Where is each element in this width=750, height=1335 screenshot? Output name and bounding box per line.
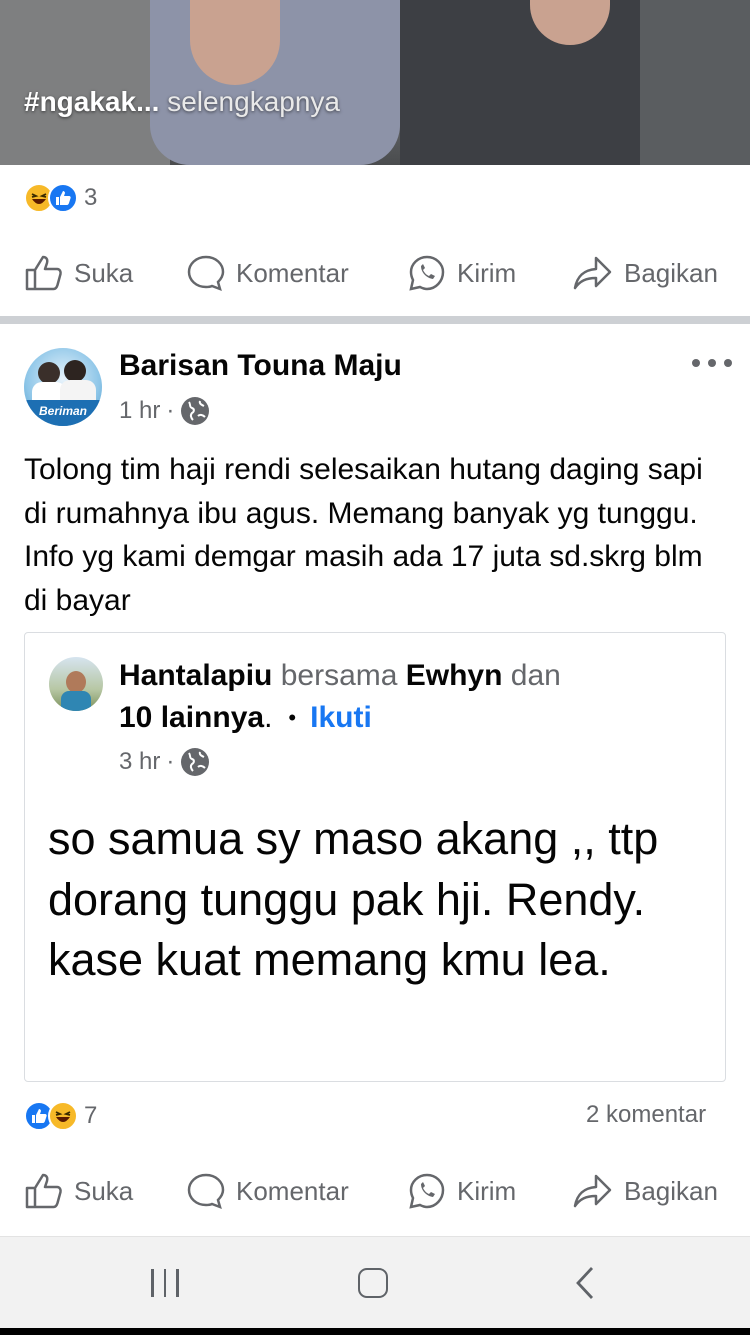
like-reaction-icon [48, 183, 78, 213]
header-period: . [264, 701, 273, 734]
send-label: Kirim [457, 1175, 517, 1206]
media-background [640, 0, 750, 165]
comment-icon [187, 1173, 225, 1210]
comment-icon [187, 255, 225, 292]
shared-post-meta: 3 hr · [119, 747, 210, 777]
like-button[interactable]: Suka [24, 1172, 133, 1210]
share-label: Bagikan [624, 257, 718, 288]
avatar-person [64, 360, 86, 382]
shared-post-time[interactable]: 3 hr [119, 748, 160, 776]
post-action-bar: Suka Komentar Kirim Bagikan [0, 1161, 750, 1221]
reaction-count: 3 [84, 184, 98, 211]
post-text: Tolong tim haji rendi selesaikan hutang … [24, 453, 703, 617]
header-bullet: • [288, 705, 297, 730]
shared-author-avatar[interactable] [49, 657, 103, 711]
comment-label: Komentar [236, 257, 349, 288]
globe-icon [181, 748, 210, 776]
tagged-person[interactable]: Ewhyn [406, 659, 503, 692]
screen-bottom-edge [0, 1328, 750, 1335]
share-icon [573, 1174, 612, 1208]
avatar-face [66, 671, 86, 693]
back-icon [576, 1267, 594, 1299]
follow-button[interactable]: Ikuti [310, 701, 372, 735]
back-button[interactable] [560, 1237, 610, 1329]
more-icon [692, 359, 700, 367]
recent-apps-icon [151, 1269, 154, 1297]
avatar[interactable]: Beriman [24, 348, 102, 426]
post-divider [0, 316, 750, 324]
share-button[interactable]: Bagikan [572, 1172, 718, 1210]
comment-button[interactable]: Komentar [186, 254, 349, 292]
whatsapp-icon [409, 1173, 445, 1209]
system-navigation-bar [0, 1236, 750, 1335]
avatar-banner: Beriman [24, 400, 102, 426]
comment-count-link[interactable]: 2 komentar [586, 1101, 706, 1129]
send-button[interactable]: Kirim [407, 254, 516, 292]
like-label: Suka [74, 257, 134, 288]
meta-dot: · [166, 397, 175, 424]
like-label: Suka [74, 1175, 134, 1206]
top-post-media[interactable]: #ngakak... selengkapnya [0, 0, 750, 165]
send-button[interactable]: Kirim [407, 1172, 516, 1210]
home-icon [358, 1268, 388, 1298]
like-icon [25, 255, 62, 291]
post-meta: 1 hr · [119, 396, 210, 426]
like-icon [25, 1173, 62, 1209]
media-background [0, 0, 170, 165]
shared-author-name[interactable]: Hantalapiu [119, 659, 272, 692]
post-reactions[interactable]: 7 [24, 1096, 97, 1136]
like-button[interactable]: Suka [24, 254, 133, 292]
post-time[interactable]: 1 hr [119, 397, 160, 425]
home-button[interactable] [348, 1237, 398, 1329]
top-post-reactions[interactable]: 3 [24, 178, 97, 218]
meta-dot: · [166, 748, 175, 775]
send-label: Kirim [457, 257, 517, 288]
media-caption: #ngakak... selengkapnya [24, 86, 340, 118]
comment-label: Komentar [236, 1175, 349, 1206]
shared-post-header-line2: 10 lainnya. • Ikuti [119, 701, 372, 735]
globe-icon [181, 397, 210, 425]
share-icon [573, 256, 612, 290]
recent-apps-button[interactable] [140, 1237, 190, 1329]
and-word: dan [510, 659, 561, 692]
whatsapp-icon [409, 255, 445, 291]
share-label: Bagikan [624, 1175, 718, 1206]
avatar-body [61, 691, 91, 711]
share-button[interactable]: Bagikan [572, 254, 718, 292]
see-more-link[interactable]: selengkapnya [167, 86, 340, 117]
shared-post-header: Hantalapiu bersama Ewhyn dan [119, 659, 561, 693]
shared-post-text: so samua sy maso akang ,, ttp dorang tun… [48, 813, 659, 985]
with-word: bersama [280, 659, 398, 692]
more-options-button[interactable] [692, 348, 732, 378]
tagged-others[interactable]: 10 lainnya [119, 701, 264, 735]
haha-reaction-icon [48, 1101, 78, 1131]
reaction-count: 7 [84, 1102, 98, 1129]
comment-button[interactable]: Komentar [186, 1172, 349, 1210]
top-post-action-bar: Suka Komentar Kirim Bagikan [0, 243, 750, 303]
avatar-person [38, 362, 60, 384]
post-author[interactable]: Barisan Touna Maju [119, 349, 402, 383]
shared-post-card[interactable]: Hantalapiu bersama Ewhyn dan 10 lainnya.… [24, 632, 726, 1082]
caption-hashtag[interactable]: #ngakak... [24, 86, 159, 117]
